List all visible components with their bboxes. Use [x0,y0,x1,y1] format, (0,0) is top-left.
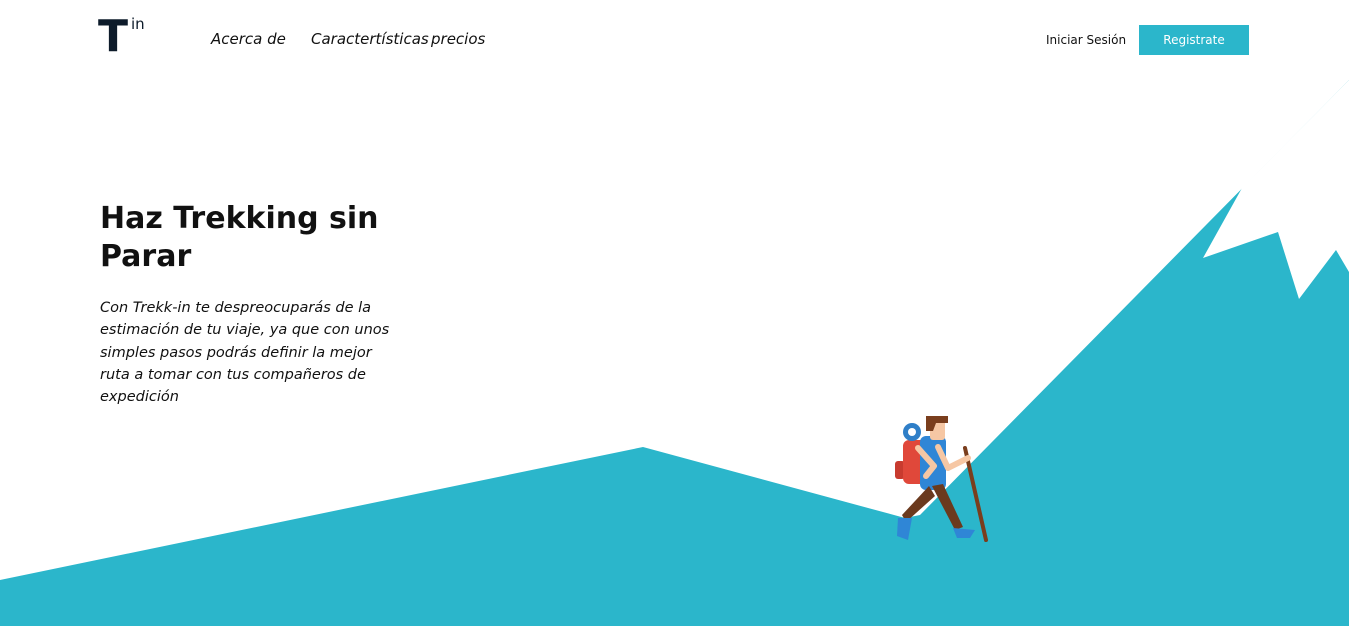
nav-link-pricing[interactable]: precios [431,30,485,48]
nav-link-features[interactable]: Caractertísticas [311,30,429,48]
register-button[interactable]: Registrate [1139,25,1249,55]
hero-title: Haz Trekking sin Parar [100,200,430,276]
nav-link-about[interactable]: Acerca de [211,30,286,48]
hero-description: Con Trekk-in te despreocuparás de la est… [100,300,390,406]
hero-title-line2: Parar [100,239,192,274]
logo-suffix: in [131,15,145,33]
logo-letter: T [98,11,129,62]
landing-page: T in Acerca de Caractertísticas precios … [0,0,1349,626]
hero-title-line1: Haz Trekking sin [100,201,379,236]
trekkin-logo[interactable]: T in [98,11,158,63]
login-link[interactable]: Iniciar Sesión [1046,33,1126,47]
